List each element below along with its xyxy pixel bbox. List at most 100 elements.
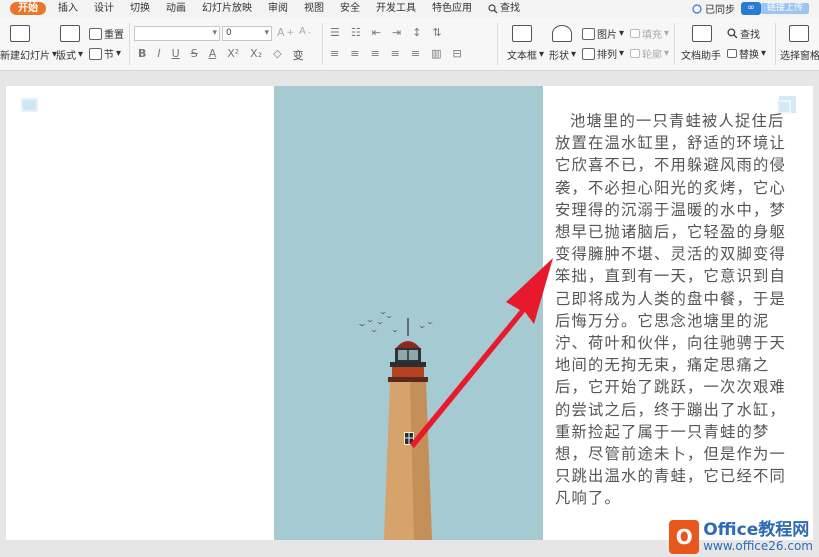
- indent-increase-icon[interactable]: ⇥: [392, 26, 401, 39]
- section-button[interactable]: 节 ▾: [89, 46, 121, 61]
- shape-button[interactable]: 形状 ▾: [549, 47, 576, 62]
- reset-icon: [89, 27, 102, 40]
- chevron-down-icon: ▾: [212, 28, 217, 38]
- slide-canvas[interactable]: 池塘里的一只青蛙被人捉住后放置在温水缸里，舒适的环境让它欣喜不已，不用躲避风雨的…: [0, 72, 819, 557]
- font-shrink-button[interactable]: A-: [299, 26, 311, 37]
- tab-developer[interactable]: 开发工具: [368, 0, 424, 17]
- new-slide-button[interactable]: 新建幻灯片 ▾: [0, 47, 57, 62]
- replace-button[interactable]: 替换 ▾: [727, 46, 766, 61]
- tab-slideshow[interactable]: 幻灯片放映: [194, 0, 260, 17]
- tab-view[interactable]: 视图: [296, 0, 332, 17]
- replace-label: 替换: [739, 50, 759, 61]
- chevron-down-icon: ▾: [571, 49, 577, 60]
- bullet-list-icon[interactable]: ☰: [330, 26, 340, 39]
- select-pane-button[interactable]: 选择窗格: [780, 47, 819, 62]
- tab-animations[interactable]: 动画: [158, 0, 194, 17]
- tab-insert[interactable]: 插入: [50, 0, 86, 17]
- line-spacing-icon[interactable]: ↕: [412, 26, 421, 39]
- outline-icon: [630, 49, 640, 58]
- paragraph-buttons-row1: ☰ ☷ ⇤ ⇥ ↕ ⇅: [330, 26, 442, 39]
- section-icon: [89, 47, 102, 60]
- superscript-icon[interactable]: X²: [227, 47, 239, 63]
- tab-security[interactable]: 安全: [332, 0, 368, 17]
- tab-review[interactable]: 审阅: [260, 0, 296, 17]
- divider: [497, 23, 498, 65]
- tab-home[interactable]: 开始: [10, 2, 46, 15]
- select-pane-label: 选择窗格: [780, 51, 819, 62]
- reset-label: 重置: [104, 30, 124, 41]
- subscript-icon[interactable]: X₂: [250, 47, 262, 63]
- distribute-icon[interactable]: ≡: [411, 47, 420, 60]
- underline-icon[interactable]: U: [172, 47, 180, 63]
- divider: [129, 23, 130, 65]
- text-align-icon[interactable]: ⊟: [453, 47, 462, 60]
- outline-button[interactable]: 轮廓 ▾: [630, 46, 669, 61]
- chevron-down-icon: ▾: [539, 49, 545, 60]
- clear-format-icon[interactable]: ◇: [273, 47, 281, 63]
- divider: [674, 23, 675, 65]
- annotation-arrow: [410, 258, 553, 448]
- presentation-app: 开始 插入 设计 切换 动画 幻灯片放映 审阅 视图 安全 开发工具 特色应用 …: [0, 0, 819, 557]
- textbox-icon[interactable]: [512, 25, 532, 42]
- font-name-select[interactable]: ▾: [134, 26, 220, 41]
- search-icon: [488, 3, 498, 13]
- phonetic-icon[interactable]: 变: [293, 47, 304, 63]
- strikethrough-icon[interactable]: S: [191, 47, 198, 63]
- watermark-title: Office教程网: [703, 520, 810, 540]
- office-logo-icon: O: [669, 520, 700, 554]
- select-pane-icon[interactable]: [789, 25, 809, 42]
- numbered-list-icon[interactable]: ☷: [351, 26, 361, 39]
- search-label: 查找: [500, 3, 520, 14]
- tab-transitions[interactable]: 切换: [122, 0, 158, 17]
- paragraph-buttons-row2: ≡ ≡ ≡ ≡ ≡ ▥ ⊟: [330, 47, 462, 60]
- cloud-icon[interactable]: ∞: [740, 2, 761, 15]
- doc-assistant-label: 文档助手: [681, 51, 721, 62]
- tab-design[interactable]: 设计: [86, 0, 122, 17]
- fill-label: 填充: [642, 30, 662, 41]
- tab-features[interactable]: 特色应用: [424, 0, 480, 17]
- text-direction-icon[interactable]: ⇅: [432, 26, 441, 39]
- column-icon[interactable]: ▥: [431, 47, 441, 60]
- bold-icon[interactable]: B: [138, 47, 146, 63]
- shape-icon[interactable]: [552, 25, 572, 42]
- italic-icon[interactable]: I: [157, 47, 160, 63]
- doc-assistant-icon[interactable]: [692, 25, 712, 42]
- watermark: O Office教程网 www.office26.com: [669, 520, 813, 554]
- chevron-down-icon: ▾: [619, 48, 625, 59]
- indent-decrease-icon[interactable]: ⇤: [372, 26, 381, 39]
- divider: [322, 23, 323, 65]
- ribbon-toolbar: 新建幻灯片 ▾ 版式 ▾ 重置 节 ▾ ▾ 0 ▾ A + A- B I U S A X²…: [0, 17, 819, 71]
- layout-button[interactable]: 版式 ▾: [56, 47, 83, 62]
- search-command[interactable]: 查找: [480, 0, 528, 17]
- new-slide-label: 新建幻灯片: [0, 51, 50, 62]
- new-slide-icon[interactable]: [10, 25, 30, 42]
- sync-status[interactable]: 已同步: [692, 1, 735, 16]
- upload-button[interactable]: 链接上传: [760, 3, 809, 14]
- chevron-down-icon: ▾: [264, 28, 269, 38]
- picture-button[interactable]: 图片 ▾: [582, 26, 624, 41]
- layout-icon[interactable]: [60, 25, 80, 42]
- fill-button[interactable]: 填充 ▾: [630, 26, 669, 41]
- arrange-button[interactable]: 排列 ▾: [582, 46, 624, 61]
- layout-label: 版式: [56, 51, 76, 62]
- justify-icon[interactable]: ≡: [391, 47, 400, 60]
- font-color-icon[interactable]: A: [209, 47, 217, 63]
- textbox-button[interactable]: 文本框 ▾: [507, 47, 544, 62]
- doc-assistant-button[interactable]: 文档助手: [681, 47, 721, 62]
- find-label: 查找: [740, 30, 760, 41]
- textbox-label: 文本框: [507, 51, 537, 62]
- reset-button[interactable]: 重置: [89, 26, 124, 41]
- align-left-icon[interactable]: ≡: [330, 47, 339, 60]
- search-icon: [727, 28, 738, 39]
- find-button[interactable]: 查找: [727, 26, 760, 41]
- chevron-down-icon: ▾: [78, 49, 84, 60]
- align-right-icon[interactable]: ≡: [370, 47, 379, 60]
- shape-label: 形状: [549, 51, 569, 62]
- watermark-url: www.office26.com: [703, 539, 813, 553]
- chevron-down-icon: ▾: [116, 48, 122, 59]
- font-grow-button[interactable]: A +: [277, 26, 294, 39]
- chevron-down-icon: ▾: [619, 28, 625, 39]
- align-center-icon[interactable]: ≡: [350, 47, 359, 60]
- section-label: 节: [104, 50, 114, 61]
- font-size-select[interactable]: 0 ▾: [222, 26, 272, 41]
